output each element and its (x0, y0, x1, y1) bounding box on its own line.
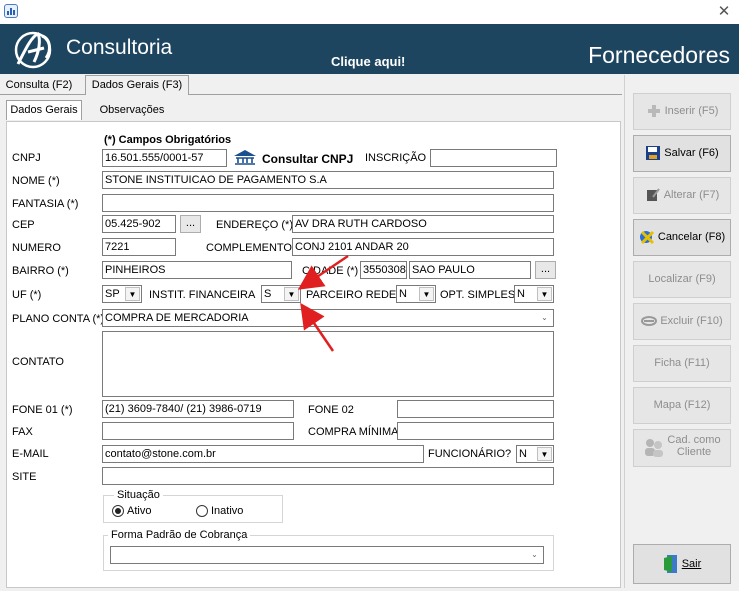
inserir-button[interactable]: Inserir (F5) (633, 93, 731, 130)
inserir-label: Inserir (F5) (664, 105, 719, 117)
sair-button[interactable]: Sair (633, 544, 731, 584)
localizar-label: Localizar (F9) (648, 273, 716, 285)
sair-label: Sair (681, 558, 702, 570)
cad-como-cliente-button[interactable]: Cad. como Cliente (633, 429, 731, 467)
button-panel-divider (624, 75, 625, 588)
mapa-label: Mapa (F12) (653, 399, 711, 411)
cancelar-button[interactable]: Cancelar (F8) (633, 219, 731, 256)
exit-door-icon (663, 555, 677, 574)
salvar-button[interactable]: Salvar (F6) (633, 135, 731, 172)
annotation-arrows (297, 254, 349, 352)
plus-icon (647, 105, 660, 118)
mapa-button[interactable]: Mapa (F12) (633, 387, 731, 424)
cancelar-label: Cancelar (F8) (657, 231, 726, 243)
users-icon (645, 439, 663, 457)
floppy-disk-icon (646, 146, 661, 161)
excluir-label: Excluir (F10) (660, 315, 723, 327)
excluir-button[interactable]: Excluir (F10) (633, 303, 731, 340)
localizar-button[interactable]: Localizar (F9) (633, 261, 731, 298)
ficha-button[interactable]: Ficha (F11) (633, 345, 731, 382)
alterar-label: Alterar (F7) (663, 189, 720, 201)
alterar-button[interactable]: Alterar (F7) (633, 177, 731, 214)
salvar-label: Salvar (F6) (664, 147, 719, 159)
ficha-label: Ficha (F11) (654, 357, 710, 369)
annotation-arrow (297, 254, 349, 290)
edit-icon (646, 188, 660, 202)
cancel-icon (639, 231, 654, 245)
delete-icon (641, 316, 658, 327)
annotation-arrow (300, 302, 335, 352)
